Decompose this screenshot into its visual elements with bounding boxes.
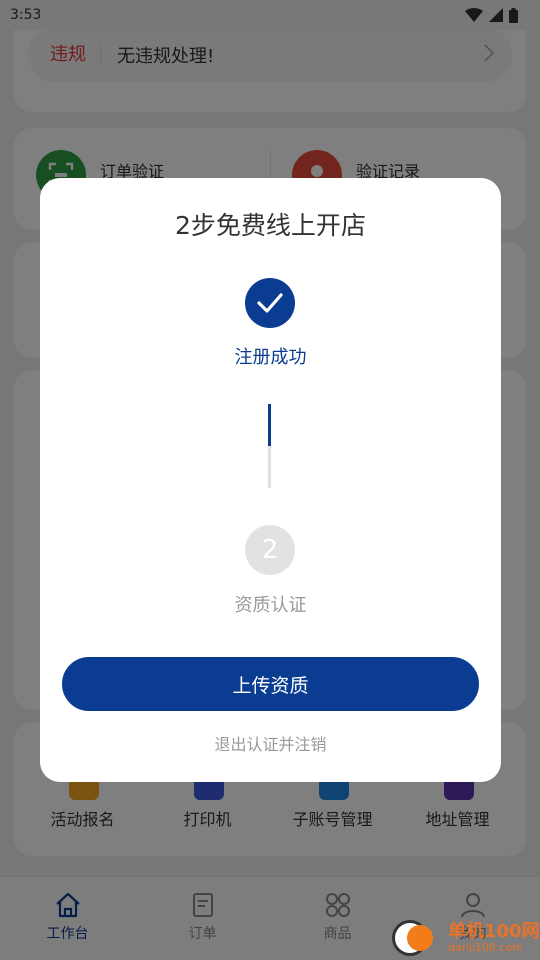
step-1-label: 注册成功 (234, 347, 307, 368)
watermark-url: danji100.com (448, 940, 523, 954)
watermark-name: 单机100网 (448, 920, 540, 942)
step-progress-track (268, 404, 271, 488)
step-2-label: 资质认证 (234, 595, 307, 616)
dialog-title: 2步免费线上开店 (175, 211, 366, 240)
upload-qualification-button[interactable]: 上传资质 (62, 657, 479, 711)
step-2-number: 2 (261, 535, 279, 565)
check-icon (257, 293, 283, 313)
watermark-text: 单机100网 danji100.com (448, 920, 540, 954)
step-1-indicator (245, 278, 295, 328)
step-progress-fill (268, 404, 271, 446)
site-watermark: 单机100网 danji100.com (392, 916, 540, 960)
watermark-logo-icon (392, 920, 433, 956)
open-store-dialog: 2步免费线上开店 注册成功 2 资质认证 上传资质 退出认证并注销 (40, 178, 501, 782)
exit-and-deregister-link[interactable]: 退出认证并注销 (40, 731, 501, 755)
step-2-indicator: 2 (245, 525, 295, 575)
